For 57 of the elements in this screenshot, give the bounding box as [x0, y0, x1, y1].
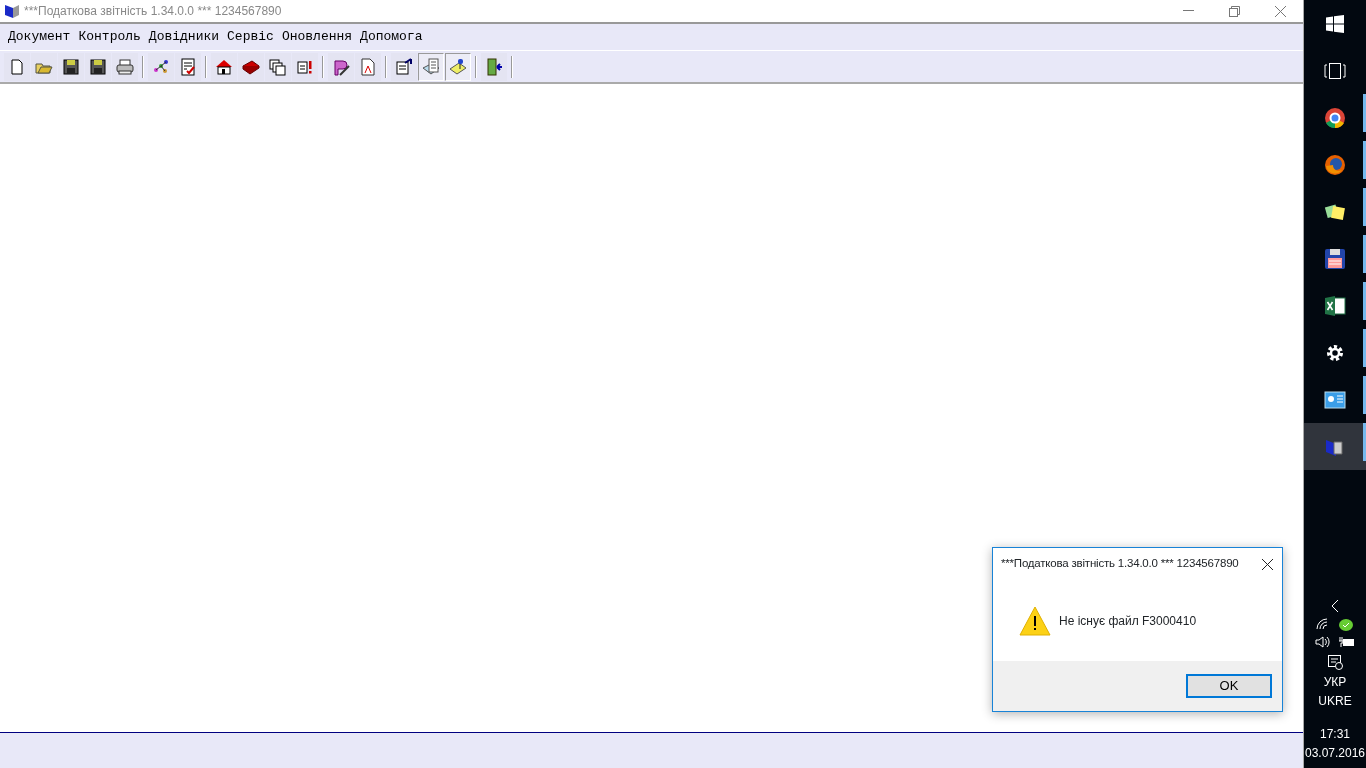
- dialog-title: ***Податкова звітність 1.34.0.0 *** 1234567890: [1001, 556, 1240, 572]
- fox-globe-icon: [1324, 153, 1346, 176]
- language-code: UKRE: [1318, 694, 1352, 710]
- language-indicator[interactable]: УКР UKRE: [1317, 674, 1353, 714]
- toolbar-button[interactable]: [112, 52, 138, 81]
- pinned-note-icon: [449, 57, 467, 76]
- page-icon: [8, 57, 26, 76]
- window-title: ***Податкова звітність 1.34.0.0 *** 1234567890: [24, 3, 283, 20]
- toolbar-button[interactable]: [265, 52, 291, 81]
- check-badge-icon[interactable]: [1338, 618, 1354, 632]
- speaker-icon[interactable]: [1315, 636, 1331, 648]
- toolbar-button[interactable]: [391, 52, 417, 81]
- wifi-icon[interactable]: [1316, 618, 1330, 630]
- toolbar-button[interactable]: [238, 52, 264, 81]
- toolbar-button[interactable]: [445, 52, 471, 81]
- printer-icon: [116, 57, 134, 76]
- clock[interactable]: 17:31 03.07.2016: [1303, 726, 1366, 762]
- pen-icon: [332, 57, 350, 76]
- clock-date: 03.07.2016: [1304, 746, 1366, 761]
- windows-logo-icon: [1326, 14, 1344, 33]
- presentation-icon: [1324, 388, 1346, 411]
- taskbar-app-button[interactable]: [1304, 423, 1366, 470]
- language-code: УКР: [1322, 675, 1348, 691]
- toolbar-button[interactable]: [328, 52, 354, 81]
- menu-item[interactable]: Довідники: [144, 27, 224, 47]
- battery-icon[interactable]: [1339, 636, 1355, 648]
- menu-item[interactable]: Контроль: [74, 27, 145, 47]
- warning-icon: [1019, 605, 1051, 636]
- app-logo-icon: [4, 3, 20, 19]
- menu-item[interactable]: Допомога: [356, 27, 427, 47]
- copy-icon: [269, 57, 287, 76]
- restore-icon: [1228, 5, 1240, 17]
- close-icon: [1274, 5, 1286, 17]
- menu-item[interactable]: Сервіс: [223, 27, 278, 47]
- document-icon: [359, 57, 377, 76]
- toolbar-button[interactable]: [481, 52, 507, 81]
- task-view-icon: [1324, 62, 1346, 79]
- error-message: Не існує файл F3000410: [1059, 612, 1197, 630]
- document-stack-icon: [422, 57, 440, 76]
- menu-item[interactable]: Документ: [4, 27, 75, 47]
- minimize-icon: [1182, 10, 1194, 12]
- menu-item[interactable]: Оновлення: [277, 27, 357, 47]
- notification-icon[interactable]: [1327, 653, 1343, 670]
- connector-icon: [152, 57, 170, 76]
- exit-door-icon: [485, 57, 503, 76]
- spreadsheet-icon: [1324, 294, 1346, 317]
- house-icon: [215, 57, 233, 76]
- browser-icon: [1324, 106, 1346, 129]
- close-icon: [1261, 558, 1273, 570]
- toolbar-button[interactable]: [211, 52, 237, 81]
- toolbar-button[interactable]: [58, 52, 84, 81]
- checklist-icon: [179, 57, 197, 76]
- chevron-icon[interactable]: [1331, 598, 1339, 613]
- ok-button[interactable]: OK: [1186, 674, 1272, 698]
- document-arrow-icon: [395, 57, 413, 76]
- clock-time: 17:31: [1319, 727, 1351, 743]
- toolbar-button[interactable]: [85, 52, 111, 81]
